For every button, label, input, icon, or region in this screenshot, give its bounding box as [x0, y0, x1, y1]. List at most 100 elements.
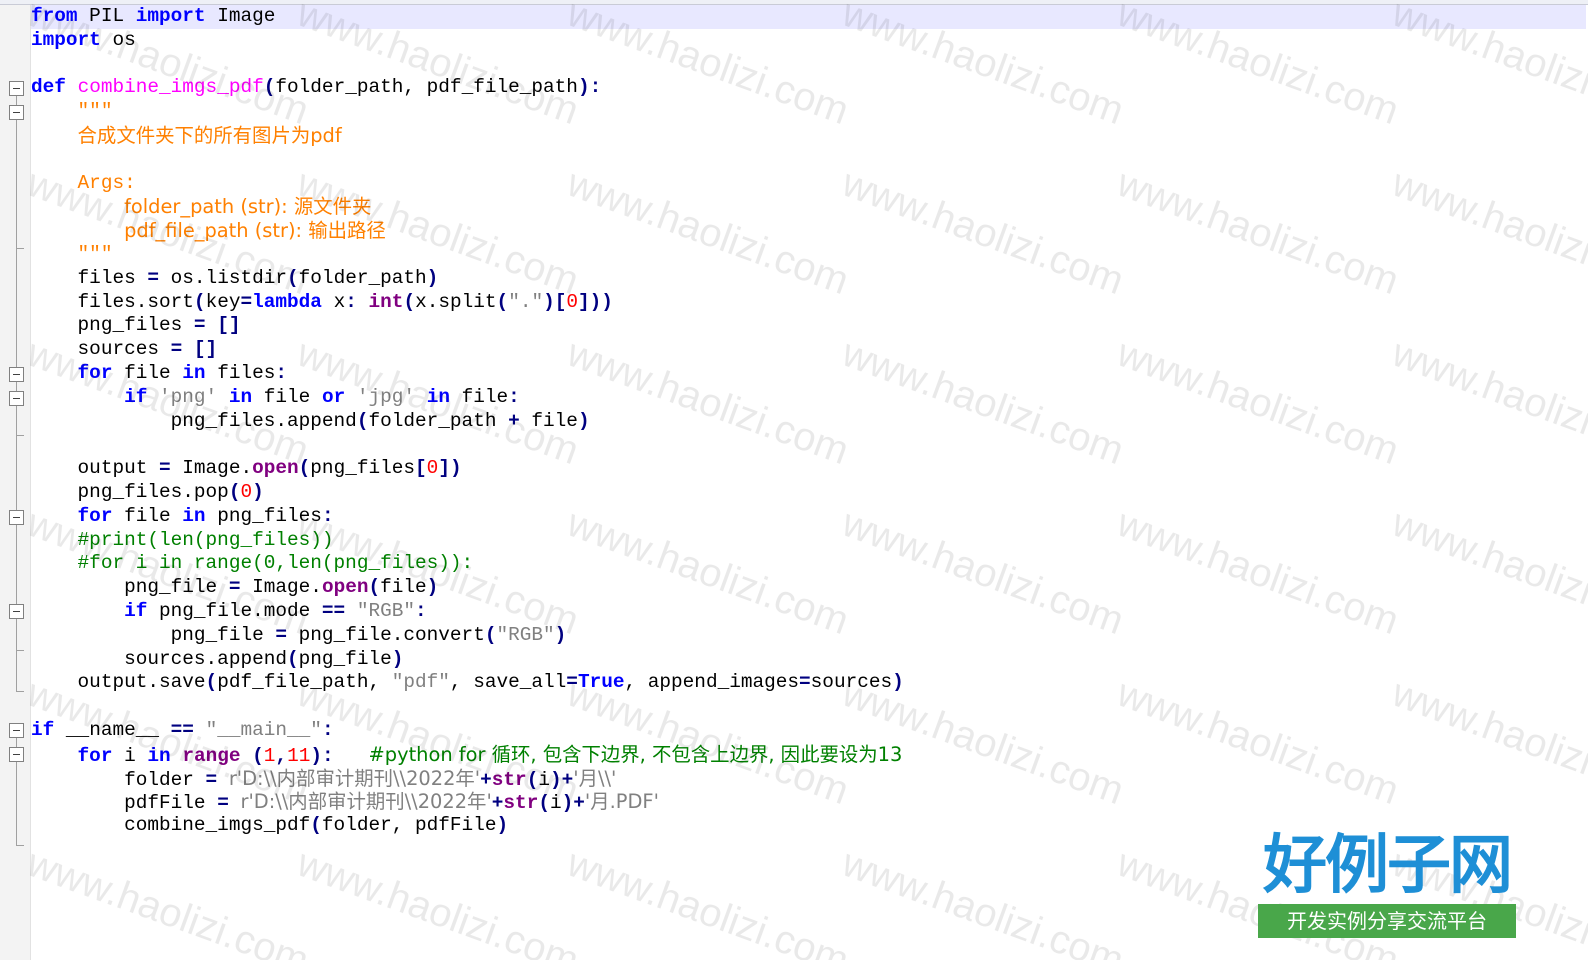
- code-token: def: [31, 76, 66, 99]
- code-line[interactable]: output = Image.open(png_files[0]): [31, 457, 1586, 481]
- code-token: 0: [566, 290, 579, 313]
- code-token: :: [321, 718, 334, 741]
- code-line[interactable]: png_file = png_file.convert("RGB"): [31, 624, 1586, 648]
- code-token: if: [124, 599, 148, 622]
- code-token: pdf_file_path,: [217, 671, 392, 694]
- code-token: =: [147, 266, 160, 289]
- code-token: file: [252, 385, 322, 408]
- code-token: ".": [508, 290, 544, 313]
- code-line[interactable]: Args:: [31, 172, 1586, 196]
- code-token: folder_path (str): 源文件夹: [124, 195, 372, 219]
- fold-collapse-for2-icon[interactable]: [9, 510, 24, 525]
- code-line[interactable]: """: [31, 243, 1586, 267]
- code-line[interactable]: 合成文件夹下的所有图片为pdf: [31, 124, 1586, 148]
- fold-gutter: [0, 5, 31, 960]
- code-token: "pdf": [391, 671, 450, 694]
- code-line[interactable]: folder_path (str): 源文件夹: [31, 195, 1586, 219]
- fold-collapse-def-icon[interactable]: [9, 81, 24, 96]
- code-line[interactable]: [31, 53, 1586, 77]
- code-line[interactable]: [31, 148, 1586, 172]
- code-line[interactable]: files = os.listdir(folder_path): [31, 267, 1586, 291]
- fold-collapse-main-for-icon[interactable]: [9, 747, 24, 762]
- code-line[interactable]: png_file = Image.open(file): [31, 576, 1586, 600]
- code-token: str: [503, 792, 539, 815]
- code-line[interactable]: sources = []: [31, 338, 1586, 362]
- site-logo: 好例子网 开发实例分享交流平台: [1256, 830, 1518, 942]
- code-line[interactable]: [31, 695, 1586, 719]
- code-token: [: [415, 457, 427, 480]
- code-token: if: [124, 385, 148, 408]
- code-line[interactable]: for i in range (1,11): #python for 循环, 包…: [31, 743, 1586, 767]
- code-token: files.sort: [31, 290, 194, 313]
- code-token: PIL: [77, 5, 136, 27]
- code-token: =: [799, 671, 811, 694]
- fold-collapse-main-icon[interactable]: [9, 723, 24, 738]
- code-line[interactable]: #for i in range(0,len(png_files)):: [31, 552, 1586, 576]
- code-line[interactable]: files.sort(key=lambda x: int(x.split("."…: [31, 291, 1586, 315]
- code-token: )+: [549, 768, 574, 791]
- code-token: []: [217, 314, 241, 337]
- code-token: =: [275, 623, 288, 646]
- fold-collapse-if2-icon[interactable]: [9, 604, 24, 619]
- code-token: #for i in range(0,len(png_files)):: [77, 552, 474, 575]
- code-line[interactable]: if __name__ == "__main__":: [31, 719, 1586, 743]
- code-token: lambda: [252, 290, 322, 313]
- code-line[interactable]: import os: [31, 29, 1586, 53]
- code-token: for: [77, 504, 113, 527]
- code-line[interactable]: def combine_imgs_pdf(folder_path, pdf_fi…: [31, 76, 1586, 100]
- code-token: 合成文件夹下的所有图片为pdf: [77, 123, 342, 147]
- code-token: in: [182, 361, 206, 384]
- code-token: Image.: [170, 457, 253, 480]
- code-token: 'png': [159, 385, 218, 408]
- code-token: (: [496, 290, 509, 313]
- code-token: =: [217, 792, 229, 815]
- code-line[interactable]: [31, 433, 1586, 457]
- code-token: file: [112, 504, 183, 527]
- code-token: range: [182, 744, 241, 767]
- code-editor[interactable]: from PIL import Image import os def combin…: [31, 5, 1586, 838]
- code-token: for: [77, 744, 113, 767]
- code-token: :: [275, 361, 288, 384]
- code-token: )+: [561, 792, 585, 815]
- code-line[interactable]: pdfFile = r'D:\\内部审计期刊\\2022年'+str(i)+'月…: [31, 790, 1586, 814]
- code-line[interactable]: sources.append(png_file): [31, 648, 1586, 672]
- code-line[interactable]: if png_file.mode == "RGB":: [31, 600, 1586, 624]
- code-token: r'D:\\内部审计期刊\\2022年': [240, 790, 492, 814]
- code-line[interactable]: output.save(pdf_file_path, "pdf", save_a…: [31, 671, 1586, 695]
- fold-collapse-for-icon[interactable]: [9, 367, 24, 382]
- code-line[interactable]: png_files = []: [31, 314, 1586, 338]
- code-token: ==: [170, 718, 194, 741]
- code-token: os.listdir: [159, 266, 288, 289]
- code-token: in: [228, 385, 253, 408]
- code-line[interactable]: for file in files:: [31, 362, 1586, 386]
- code-line[interactable]: png_files.append(folder_path + file): [31, 410, 1586, 434]
- code-token: =: [170, 338, 183, 361]
- code-token: :: [321, 504, 334, 527]
- code-line[interactable]: if 'png' in file or 'jpg' in file:: [31, 386, 1586, 410]
- code-token: ): [554, 623, 567, 646]
- code-line[interactable]: #print(len(png_files)): [31, 529, 1586, 553]
- code-token: png_file: [31, 623, 276, 646]
- code-token: open: [252, 457, 299, 480]
- code-line[interactable]: """: [31, 100, 1586, 124]
- code-token: i: [538, 768, 550, 791]
- fold-collapse-if-icon[interactable]: [9, 391, 24, 406]
- code-token: ):: [310, 744, 334, 767]
- code-line[interactable]: pdf_file_path (str): 输出路径: [31, 219, 1586, 243]
- fold-end-for: [16, 435, 24, 436]
- code-token: if: [31, 718, 55, 741]
- code-line[interactable]: for file in png_files:: [31, 505, 1586, 529]
- code-token: folder_path: [298, 266, 427, 289]
- code-line[interactable]: png_files.pop(0): [31, 481, 1586, 505]
- code-token: os: [100, 28, 136, 51]
- code-token: 0: [426, 457, 439, 480]
- fold-collapse-docstring-icon[interactable]: [9, 105, 24, 120]
- code-token: (: [263, 76, 276, 99]
- code-line[interactable]: folder = r'D:\\内部审计期刊\\2022年'+str(i)+'月\…: [31, 767, 1586, 791]
- code-line[interactable]: from PIL import Image: [31, 5, 1586, 29]
- code-token: (: [287, 266, 299, 289]
